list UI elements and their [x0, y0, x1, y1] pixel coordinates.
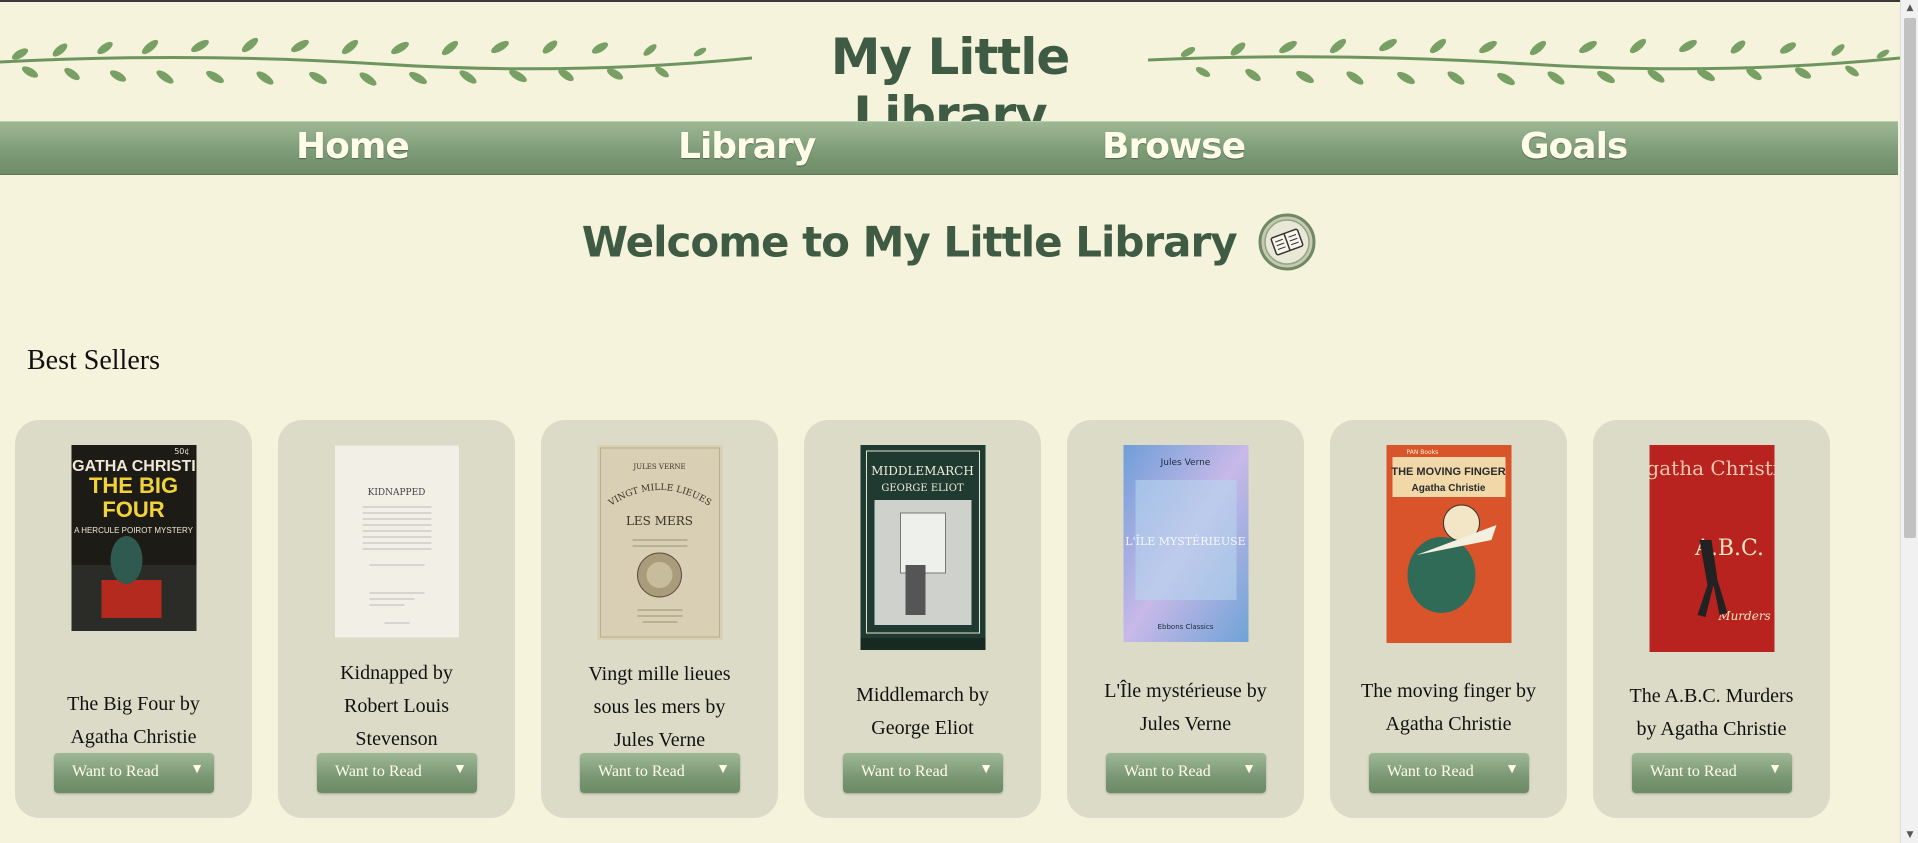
best-sellers-heading: Best Sellers	[27, 345, 160, 376]
chevron-down-icon[interactable]: ▼	[453, 762, 467, 778]
cover-subtitle: A HERCULE POIROT MYSTERY	[74, 526, 194, 535]
nav-home[interactable]: Home	[296, 126, 410, 167]
book-title: Middlemarch by George Eliot	[814, 679, 1031, 745]
cover-title: MIDDLEMARCH	[871, 464, 974, 478]
book-cover[interactable]: 50¢ AGATHA CHRISTIE THE BIG FOUR A HERCU…	[71, 445, 196, 631]
book-title: Vingt mille lieues sous les mers by Jule…	[551, 658, 768, 757]
cover-publisher: PAN Books	[1406, 449, 1438, 456]
book-title-line: Middlemarch by	[856, 684, 989, 706]
book-title-line: Kidnapped by	[340, 662, 453, 684]
book-cover[interactable]: Agatha Christie A.B.C. Murders	[1649, 445, 1774, 652]
cover-title-line1: THE BIG	[88, 473, 177, 498]
site-header: My Little Library	[0, 2, 1900, 144]
book-title: The A.B.C. Murders by Agatha Christie	[1603, 680, 1820, 746]
want-to-read-button[interactable]: Want to Read ▼	[1369, 753, 1529, 793]
want-to-read-button[interactable]: Want to Read ▼	[843, 753, 1003, 793]
want-to-read-label: Want to Read	[1124, 763, 1211, 780]
book-title-line: George Eliot	[871, 717, 974, 739]
cover-price: 50¢	[174, 447, 189, 456]
book-card: Jules Verne L'ÎLE MYSTÉRIEUSE Ebbons Cla…	[1067, 420, 1304, 818]
book-title: Kidnapped by Robert Louis Stevenson	[288, 657, 505, 756]
cover-title: KIDNAPPED	[367, 488, 425, 498]
want-to-read-label: Want to Read	[861, 763, 948, 780]
book-title-line: sous les mers by	[593, 696, 726, 718]
book-title-line: The Big Four by	[67, 693, 200, 715]
nav-browse[interactable]: Browse	[1102, 126, 1246, 167]
book-card: MIDDLEMARCH GEORGE ELIOT Middlemarch by …	[804, 420, 1041, 818]
cover-author: Jules Verne	[1159, 458, 1210, 468]
book-title: The moving finger by Agatha Christie	[1340, 675, 1557, 741]
book-title: The Big Four by Agatha Christie	[25, 688, 242, 754]
book-title-line: Jules Verne	[1139, 713, 1232, 735]
scroll-up-icon[interactable]: ▲	[1901, 0, 1918, 16]
book-card: KIDNAPPED Kidnapped by Robert Louis Stev…	[278, 420, 515, 818]
want-to-read-button[interactable]: Want to Read ▼	[580, 753, 740, 793]
scroll-down-icon[interactable]: ▼	[1901, 827, 1918, 843]
cover-author: Agatha Christie	[1649, 456, 1774, 480]
book-title-line: L'Île mystérieuse by	[1104, 680, 1267, 702]
main-nav: Home Library Browse Goals	[0, 121, 1898, 175]
book-title-line: The A.B.C. Murders	[1629, 685, 1794, 707]
book-title-line: Agatha Christie	[70, 726, 197, 748]
chevron-down-icon[interactable]: ▼	[190, 762, 204, 778]
cover-title: L'ÎLE MYSTÉRIEUSE	[1125, 534, 1245, 548]
book-title: L'Île mystérieuse by Jules Verne	[1077, 675, 1294, 741]
book-cover[interactable]: KIDNAPPED	[334, 445, 459, 638]
want-to-read-label: Want to Read	[1650, 763, 1737, 780]
welcome-heading: Welcome to My Little Library	[0, 213, 1898, 271]
book-icon	[1258, 213, 1316, 271]
vine-decoration-right	[1148, 38, 1900, 86]
chevron-down-icon[interactable]: ▼	[1768, 762, 1782, 778]
want-to-read-label: Want to Read	[72, 763, 159, 780]
chevron-down-icon[interactable]: ▼	[716, 762, 730, 778]
want-to-read-label: Want to Read	[1387, 763, 1474, 780]
book-cover[interactable]: PAN Books THE MOVING FINGER Agatha Chris…	[1386, 445, 1511, 643]
chevron-down-icon[interactable]: ▼	[1242, 762, 1256, 778]
book-title-line: by Agatha Christie	[1636, 718, 1787, 740]
cover-subtitle: LES MERS	[625, 514, 692, 528]
book-title-line: The moving finger by	[1361, 680, 1536, 702]
nav-library[interactable]: Library	[678, 126, 816, 167]
want-to-read-label: Want to Read	[335, 763, 422, 780]
book-card: 50¢ AGATHA CHRISTIE THE BIG FOUR A HERCU…	[15, 420, 252, 818]
vine-decoration-left	[0, 37, 752, 86]
book-cover[interactable]: JULES VERNE VINGT MILLE LIEUES LES MERS	[597, 445, 722, 640]
book-card: Agatha Christie A.B.C. Murders The A.B.C…	[1593, 420, 1830, 818]
cover-author: GEORGE ELIOT	[881, 483, 964, 494]
nav-goals[interactable]: Goals	[1520, 126, 1628, 167]
scrollbar-thumb[interactable]	[1904, 18, 1916, 538]
want-to-read-label: Want to Read	[598, 763, 685, 780]
book-card: PAN Books THE MOVING FINGER Agatha Chris…	[1330, 420, 1567, 818]
cover-publisher: Ebbons Classics	[1157, 623, 1213, 631]
book-cover[interactable]: MIDDLEMARCH GEORGE ELIOT	[860, 445, 985, 650]
book-title-line: Agatha Christie	[1385, 713, 1512, 735]
cover-author: Agatha Christie	[1411, 483, 1485, 494]
chevron-down-icon[interactable]: ▼	[979, 762, 993, 778]
book-title-line: Stevenson	[355, 728, 438, 750]
want-to-read-button[interactable]: Want to Read ▼	[54, 753, 214, 793]
want-to-read-button[interactable]: Want to Read ▼	[1106, 753, 1266, 793]
want-to-read-button[interactable]: Want to Read ▼	[1632, 753, 1792, 793]
book-title-line: Robert Louis	[344, 695, 449, 717]
welcome-text: Welcome to My Little Library	[581, 217, 1238, 267]
chevron-down-icon[interactable]: ▼	[1505, 762, 1519, 778]
cover-title-line2: FOUR	[102, 497, 164, 522]
book-title-line: Vingt mille lieues	[588, 663, 731, 685]
book-cover[interactable]: Jules Verne L'ÎLE MYSTÉRIEUSE Ebbons Cla…	[1123, 445, 1248, 642]
book-card: JULES VERNE VINGT MILLE LIEUES LES MERS …	[541, 420, 778, 818]
cover-title: THE MOVING FINGER	[1391, 466, 1505, 478]
cover-author: JULES VERNE	[632, 463, 685, 471]
want-to-read-button[interactable]: Want to Read ▼	[317, 753, 477, 793]
page-scrollbar[interactable]: ▲ ▼	[1900, 0, 1918, 843]
